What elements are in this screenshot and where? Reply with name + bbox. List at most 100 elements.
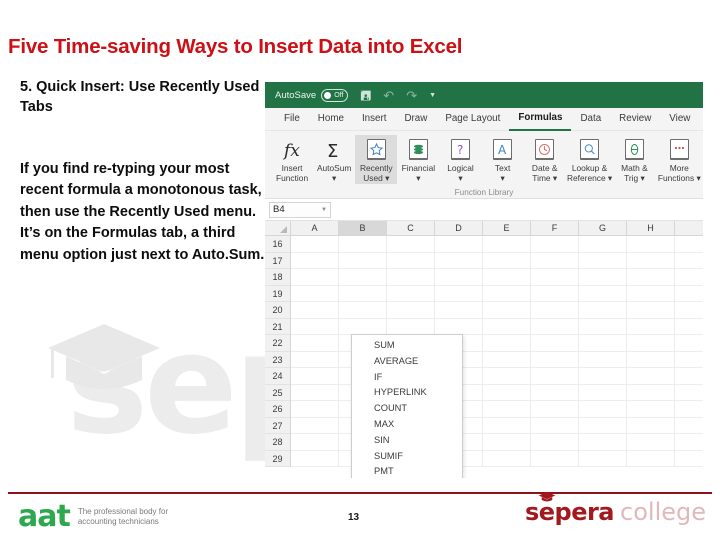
grid-cell[interactable] — [339, 285, 387, 301]
row-header[interactable]: 20 — [265, 302, 290, 319]
menu-item-sum[interactable]: SUM — [352, 338, 462, 354]
autosave-control[interactable]: AutoSave Off — [275, 88, 349, 102]
column-header-h[interactable]: H — [627, 221, 675, 235]
math-trig-button[interactable]: Math & Trig ▾ — [613, 135, 655, 184]
grid-cell[interactable] — [387, 302, 435, 318]
grid-cell[interactable] — [531, 368, 579, 384]
grid-cell[interactable] — [291, 450, 339, 466]
row-header[interactable]: 21 — [265, 319, 290, 335]
grid-cell[interactable] — [291, 417, 339, 433]
menu-item-pmt[interactable]: PMT — [352, 464, 462, 478]
autosave-toggle[interactable]: Off — [321, 88, 349, 102]
row-header[interactable]: 25 — [265, 385, 290, 401]
tab-formulas[interactable]: Formulas — [509, 107, 572, 131]
name-box[interactable]: B4 ▼ — [269, 201, 331, 218]
recently-used-button[interactable]: Recently Used ▾ — [355, 135, 398, 184]
grid-cell[interactable] — [291, 351, 339, 367]
grid-cell[interactable] — [291, 236, 339, 252]
grid-cell[interactable] — [531, 351, 579, 367]
grid-cell[interactable] — [387, 236, 435, 252]
lookup-reference-button[interactable]: Lookup & Reference ▾ — [566, 135, 614, 184]
grid-cell[interactable] — [483, 302, 531, 318]
menu-item-average[interactable]: AVERAGE — [352, 354, 462, 370]
grid-cell[interactable] — [627, 335, 675, 351]
grid-cell[interactable] — [579, 302, 627, 318]
grid-cell[interactable] — [579, 236, 627, 252]
row-header[interactable]: 26 — [265, 401, 290, 418]
grid-cell[interactable] — [483, 351, 531, 367]
row-header[interactable]: 16 — [265, 236, 290, 253]
row-header[interactable]: 27 — [265, 418, 290, 434]
grid-cell[interactable] — [435, 302, 483, 318]
grid-cell[interactable] — [579, 335, 627, 351]
menu-item-hyperlink[interactable]: HYPERLINK — [352, 385, 462, 401]
grid-cell[interactable] — [291, 269, 339, 285]
grid-cell[interactable] — [627, 450, 675, 466]
grid-cell[interactable] — [627, 384, 675, 400]
column-header-g[interactable]: G — [579, 221, 627, 235]
chevron-down-icon[interactable]: ▼ — [321, 207, 327, 213]
grid-cell[interactable] — [627, 269, 675, 285]
row-header[interactable]: 28 — [265, 434, 290, 451]
grid-cell[interactable] — [483, 368, 531, 384]
menu-item-sin[interactable]: SIN — [352, 433, 462, 449]
grid-cell[interactable] — [483, 269, 531, 285]
grid-cell[interactable] — [435, 318, 483, 334]
menu-item-count[interactable]: COUNT — [352, 401, 462, 417]
grid-cell[interactable] — [483, 285, 531, 301]
grid-cell[interactable] — [579, 285, 627, 301]
grid-cell[interactable] — [531, 335, 579, 351]
grid-cell[interactable] — [627, 252, 675, 268]
tab-insert[interactable]: Insert — [353, 108, 396, 130]
grid-cell[interactable] — [531, 318, 579, 334]
recently-used-dropdown[interactable]: SUM AVERAGE IF HYPERLINK COUNT MAX SIN S… — [351, 334, 463, 478]
tab-page-layout[interactable]: Page Layout — [436, 108, 509, 130]
grid-cell[interactable] — [531, 236, 579, 252]
grid-cell[interactable] — [627, 351, 675, 367]
grid-cell[interactable] — [339, 252, 387, 268]
grid-cell[interactable] — [291, 401, 339, 417]
formula-input[interactable] — [365, 201, 699, 218]
grid-cell[interactable] — [387, 252, 435, 268]
grid-cell[interactable] — [531, 417, 579, 433]
menu-item-if[interactable]: IF — [352, 370, 462, 386]
save-icon[interactable]: 🖪 — [360, 89, 371, 102]
grid-cell[interactable] — [483, 252, 531, 268]
grid-cell[interactable] — [483, 450, 531, 466]
text-button[interactable]: A Text ▾ — [482, 135, 524, 184]
logical-button[interactable]: ? Logical ▾ — [439, 135, 481, 184]
grid-cell[interactable] — [387, 285, 435, 301]
grid-cell[interactable] — [579, 384, 627, 400]
grid-cell[interactable] — [339, 236, 387, 252]
grid-cell[interactable] — [531, 269, 579, 285]
grid-cell[interactable] — [435, 236, 483, 252]
grid-cell[interactable] — [579, 417, 627, 433]
row-header[interactable]: 18 — [265, 269, 290, 286]
grid-cell[interactable] — [531, 302, 579, 318]
row-header[interactable]: 29 — [265, 451, 290, 467]
grid-cell[interactable] — [531, 401, 579, 417]
grid-cell[interactable] — [627, 285, 675, 301]
autosum-button[interactable]: Σ AutoSum ▾ — [313, 135, 355, 184]
row-header[interactable]: 17 — [265, 253, 290, 269]
grid-cell[interactable] — [579, 368, 627, 384]
column-header-d[interactable]: D — [435, 221, 483, 235]
row-header[interactable]: 23 — [265, 352, 290, 368]
tab-home[interactable]: Home — [309, 108, 353, 130]
grid-cell[interactable] — [627, 318, 675, 334]
column-header-a[interactable]: A — [291, 221, 339, 235]
menu-item-max[interactable]: MAX — [352, 417, 462, 433]
grid-cell[interactable] — [531, 450, 579, 466]
grid-cell[interactable] — [531, 285, 579, 301]
grid-cell[interactable] — [483, 401, 531, 417]
grid-cell[interactable] — [483, 434, 531, 450]
grid-cell[interactable] — [435, 252, 483, 268]
insert-function-button[interactable]: fx Insert Function — [271, 135, 313, 184]
redo-icon[interactable]: ↷ — [406, 89, 417, 102]
column-header-f[interactable]: F — [531, 221, 579, 235]
grid-cell[interactable] — [291, 434, 339, 450]
grid-cell[interactable] — [627, 236, 675, 252]
financial-button[interactable]: Financial ▾ — [397, 135, 439, 184]
grid-cell[interactable] — [339, 318, 387, 334]
grid-cell[interactable] — [579, 401, 627, 417]
